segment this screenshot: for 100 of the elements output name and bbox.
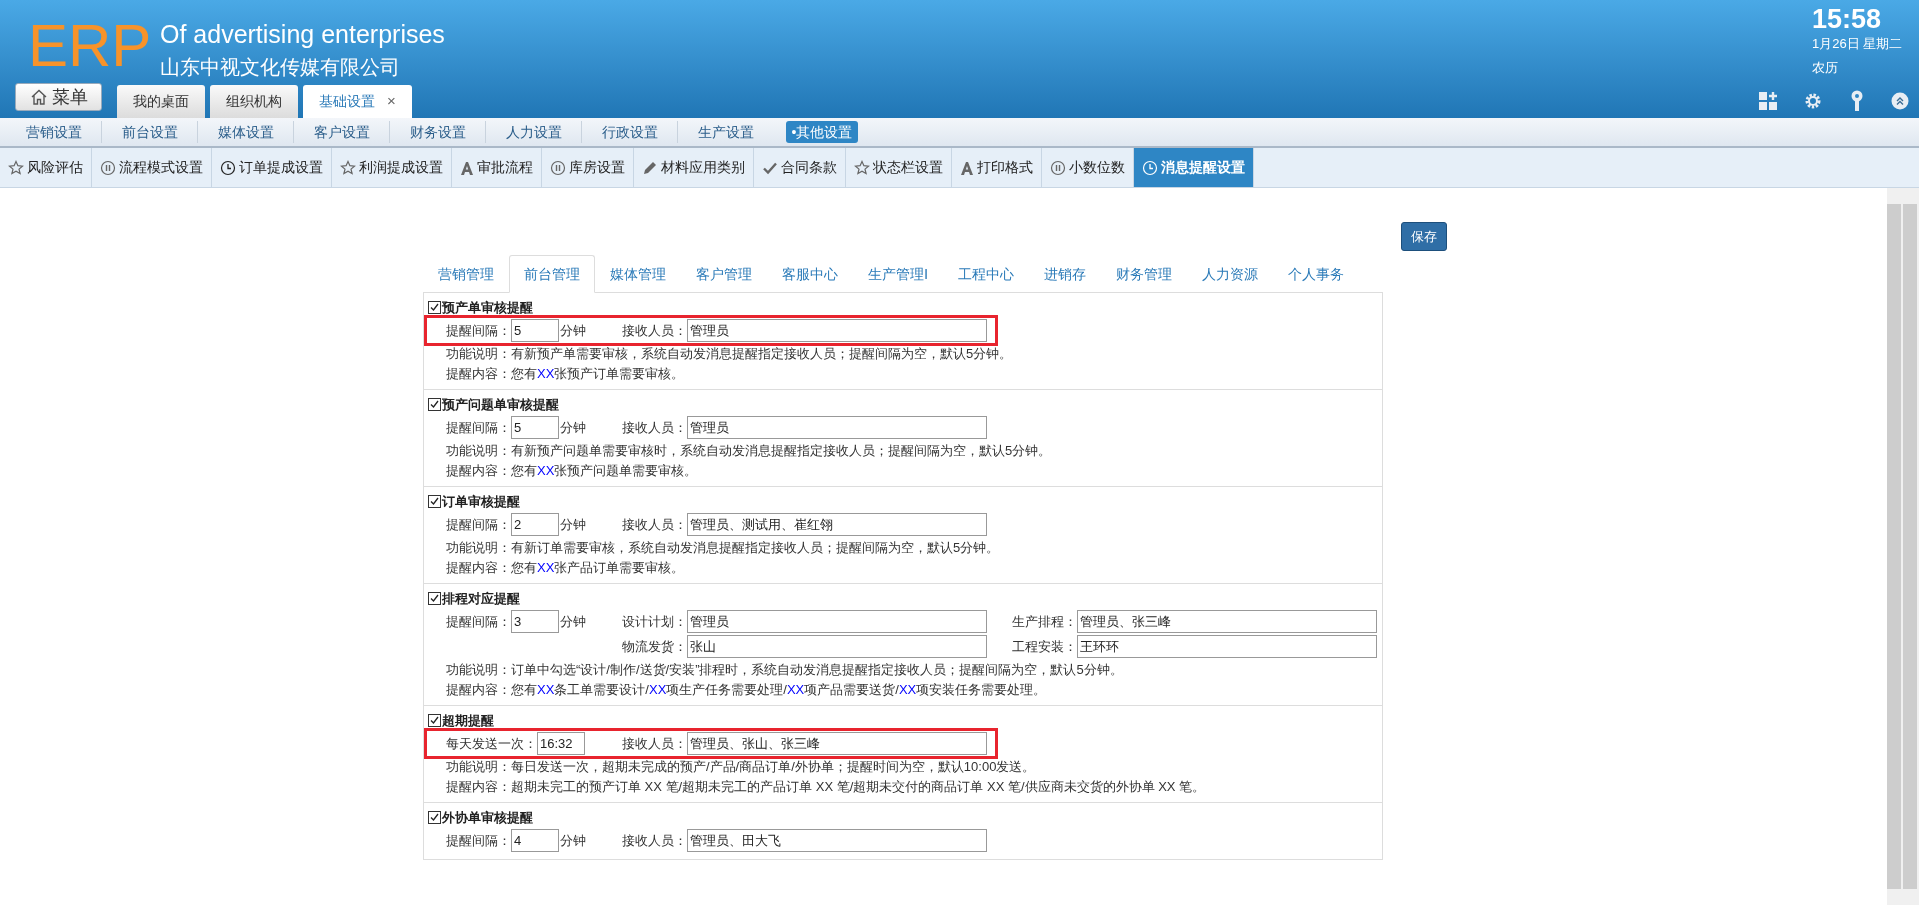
toolbar-item[interactable]: 库房设置 [542,148,634,187]
module-tab[interactable]: 客户管理 [681,255,767,293]
module-tab[interactable]: 前台管理 [509,255,595,293]
toolbar-item[interactable]: 订单提成设置 [212,148,332,187]
reminder-content: 提醒内容：您有XX张预产订单需要审核。 [445,365,686,382]
nav-item[interactable]: 媒体设置 [211,121,280,143]
description-text: 功能说明：每日发送一次，超期未完成的预产/产品/商品订单/外协单；提醒时间为空，默认10:00发送。 [445,758,1037,775]
nav-item[interactable]: 行政设置 [595,121,664,143]
unit-label: 分钟 [560,419,586,436]
input-field[interactable]: 2 [511,513,559,536]
letter-icon [460,159,474,176]
description-text: 功能说明：有新预产单需要审核，系统自动发消息提醒指定接收人员；提醒间隔为空，默认5分钟。 [445,345,1014,362]
description-text: 功能说明：有新预产问题单需要审核时，系统自动发消息提醒指定接收人员；提醒间隔为空，默认5分钟。 [445,442,1053,459]
toolbar-item[interactable]: 材料应用类别 [634,148,754,187]
clock-icon [220,159,236,176]
description-text: 功能说明：有新订单需要审核，系统自动发消息提醒指定接收人员；提醒间隔为空，默认5分钟。 [445,539,1001,556]
toolbar-item[interactable]: 打印格式 [952,148,1042,187]
checkbox[interactable] [428,592,441,605]
toolbar-item[interactable]: 合同条款 [754,148,846,187]
toolbar-item[interactable]: 风险评估 [0,148,92,187]
star-icon [854,159,870,176]
reminder-content: 提醒内容：您有XX条工单需要设计/XX项生产任务需要处理/XX项产品需要送货/XX项安装任务需要处理。 [445,681,1048,698]
module-tab[interactable]: 人力资源 [1187,255,1273,293]
input-field[interactable]: 4 [511,829,559,852]
field-label: 提醒间隔： [446,832,511,849]
nav-item[interactable]: 生产设置 [692,121,760,143]
module-tab[interactable]: 工程中心 [943,255,1029,293]
section-title[interactable]: 超期提醒 [428,712,1378,729]
nav-item[interactable]: 财务设置 [403,121,472,143]
field-label: 提醒间隔： [446,322,511,339]
checkbox[interactable] [428,495,441,508]
module-tab[interactable]: 财务管理 [1101,255,1187,293]
settings-icon[interactable] [1803,91,1823,111]
module-tab[interactable]: 生产管理Ⅰ [853,255,943,293]
input-field[interactable]: 3 [511,610,559,633]
nav-item[interactable]: 客户设置 [307,121,376,143]
home-icon [29,88,48,106]
close-button[interactable]: × [387,90,396,113]
input-field[interactable]: 管理员、张三峰 [1077,610,1377,633]
lunar-text: 农历 [1812,60,1838,76]
nav-item[interactable]: 前台设置 [115,121,184,143]
company-name: 山东中视文化传媒有限公司 [160,55,400,80]
module-tab[interactable]: 客服中心 [767,255,853,293]
section-title[interactable]: 外协单审核提醒 [428,809,1378,826]
section-title[interactable]: 预产单审核提醒 [428,299,1378,316]
module-tab[interactable]: 营销管理 [423,255,509,293]
reminder-content: 提醒内容：超期未完工的预产订单 XX 笔/超期未完工的产品订单 XX 笔/超期未交付的商品订单 XX 笔/供应商未交货的外协单 XX 笔。 [445,778,1207,795]
pencil-icon [642,159,658,176]
input-field[interactable]: 王环环 [1077,635,1377,658]
section-title[interactable]: 预产问题单审核提醒 [428,396,1378,413]
pause-icon [550,159,566,176]
field-label: 提醒间隔： [446,613,511,630]
input-field[interactable]: 管理员 [687,319,987,342]
date-text: 1月26日 星期二 [1812,36,1903,52]
input-field[interactable]: 16:32 [537,732,585,755]
toolbar-item[interactable]: 消息提醒设置 [1134,148,1254,187]
collapse-icon[interactable] [1891,92,1909,110]
clock-time: 15:58 [1812,4,1882,34]
logo: ERP [28,11,152,81]
nav-item[interactable]: 营销设置 [19,121,88,143]
menu-button[interactable]: 菜单 [15,83,102,111]
checkbox[interactable] [428,714,441,727]
input-field[interactable]: 管理员、张山、张三峰 [687,732,987,755]
input-field[interactable]: 管理员、田大飞 [687,829,987,852]
toolbar-item[interactable]: 审批流程 [452,148,542,187]
field-label: 接收人员： [621,516,687,533]
checkbox[interactable] [428,811,441,824]
field-label: 设计计划： [621,613,687,630]
field-label: 生产排程： [1011,613,1077,630]
checkbox[interactable] [428,301,441,314]
section-title[interactable]: 订单审核提醒 [428,493,1378,510]
module-tab[interactable]: 媒体管理 [595,255,681,293]
section-title[interactable]: 排程对应提醒 [428,590,1378,607]
tab[interactable]: 我的桌面 [117,85,205,118]
description-text: 功能说明：订单中勾选“设计/制作/送货/安装”排程时，系统自动发消息提醒指定接收人员；提醒间隔为空，默认5分钟。 [445,661,1124,678]
input-field[interactable]: 管理员 [687,416,987,439]
reminder-content: 提醒内容：您有XX张产品订单需要审核。 [445,559,686,576]
checkbox[interactable] [428,398,441,411]
module-tab[interactable]: 个人事务 [1273,255,1359,293]
save-button[interactable]: 保存 [1401,222,1447,251]
tab[interactable]: 基础设置 × [303,85,412,118]
module-tab[interactable]: 进销存 [1029,255,1101,293]
unit-label: 分钟 [560,613,586,630]
nav-item[interactable]: •其他设置 [785,121,859,143]
pause-icon [100,159,116,176]
input-field[interactable]: 5 [511,416,559,439]
toolbar-item[interactable]: 利润提成设置 [332,148,452,187]
input-field[interactable]: 5 [511,319,559,342]
app-title: Of advertising enterprises [160,19,445,50]
unit-label: 分钟 [560,516,586,533]
input-field[interactable]: 管理员 [687,610,987,633]
toolbar-item[interactable]: 状态栏设置 [846,148,952,187]
field-label: 工程安装： [1011,638,1077,655]
input-field[interactable]: 管理员、测试用、崔红翎 [687,513,987,536]
toolbar-item[interactable]: 流程模式设置 [92,148,212,187]
pause-icon [1050,159,1066,176]
input-field[interactable]: 张山 [687,635,987,658]
tab[interactable]: 组织机构 [210,85,298,118]
nav-item[interactable]: 人力设置 [499,121,568,143]
add-widget-icon[interactable] [1758,91,1778,111]
